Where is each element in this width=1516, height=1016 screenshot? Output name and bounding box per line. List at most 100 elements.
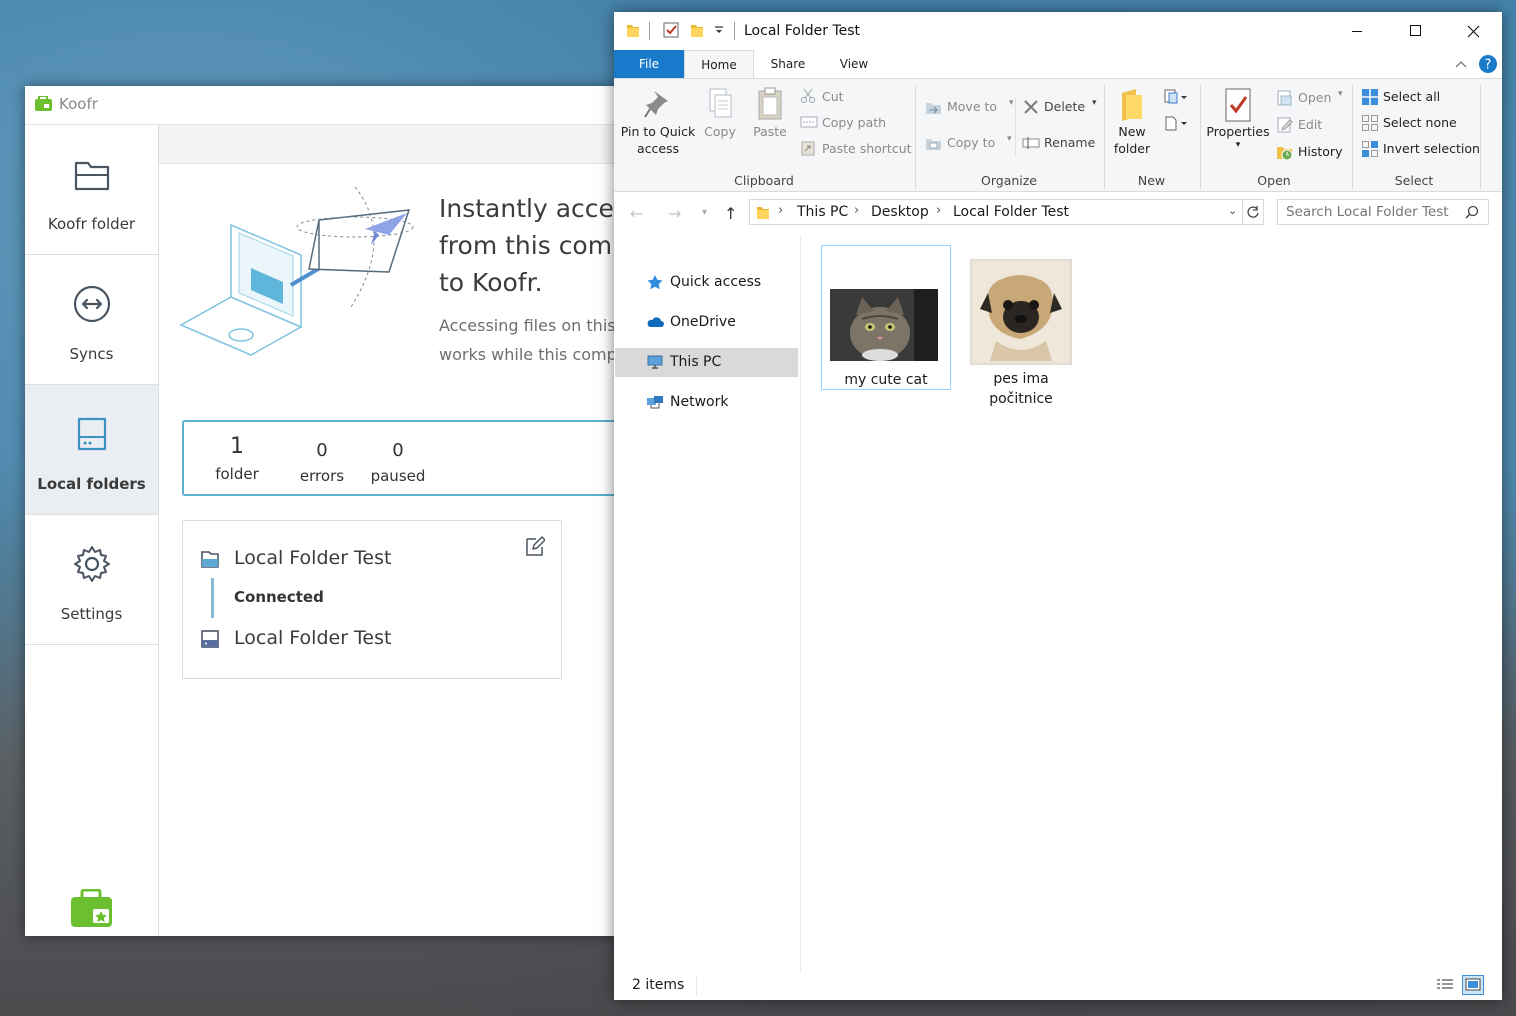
hero-title: Instantly access from this comp to Koofr… bbox=[439, 194, 625, 297]
pin-to-quick-access-button[interactable]: Pin to Quick access bbox=[618, 87, 698, 157]
open-group-label: Open bbox=[1257, 173, 1291, 188]
sidebar-item-koofr-folder[interactable]: Koofr folder bbox=[25, 125, 158, 255]
nav-item-this-pc[interactable]: This PC bbox=[615, 348, 798, 377]
maximize-icon bbox=[1410, 25, 1421, 36]
new-folder-icon bbox=[1122, 89, 1142, 121]
back-arrow-icon[interactable]: ← bbox=[630, 204, 643, 223]
refresh-button[interactable] bbox=[1242, 199, 1264, 225]
nav-item-network[interactable]: Network bbox=[615, 388, 798, 417]
select-none-icon bbox=[1362, 115, 1378, 131]
koofr-titlebar: Koofr bbox=[25, 86, 625, 125]
status-bar: 2 items bbox=[614, 972, 1502, 1000]
tab-share[interactable]: Share bbox=[762, 50, 814, 78]
nav-item-label: This PC bbox=[670, 354, 722, 370]
minimize-icon bbox=[1352, 31, 1362, 32]
window-title: Local Folder Test bbox=[744, 23, 861, 39]
ribbon-group-divider bbox=[1480, 85, 1481, 189]
folder-sync-card[interactable]: Local Folder Test Connected Local Folder… bbox=[182, 520, 562, 679]
breadcrumb-desktop[interactable]: Desktop bbox=[871, 204, 929, 220]
new-folder-icon[interactable] bbox=[690, 22, 704, 38]
maximize-button[interactable] bbox=[1386, 12, 1444, 50]
search-box[interactable] bbox=[1277, 199, 1489, 225]
properties-button[interactable]: Properties ▾ bbox=[1206, 87, 1270, 150]
sync-source-name: Local Folder Test bbox=[234, 547, 392, 569]
sync-target-name: Local Folder Test bbox=[234, 627, 392, 649]
new-folder-button[interactable]: New folder bbox=[1110, 87, 1154, 157]
pin-label: Pin to Quick access bbox=[620, 124, 696, 156]
help-icon[interactable]: ? bbox=[1478, 54, 1498, 74]
sidebar-item-settings[interactable]: Settings bbox=[25, 515, 158, 645]
computer-icon bbox=[647, 355, 663, 369]
nav-item-quick-access[interactable]: Quick access bbox=[615, 268, 798, 297]
forward-arrow-icon[interactable]: → bbox=[668, 204, 681, 223]
properties-label: Properties bbox=[1206, 124, 1270, 139]
network-icon bbox=[647, 396, 663, 409]
delete-label: Delete bbox=[1044, 99, 1086, 114]
breadcrumb-separator-icon[interactable]: › bbox=[854, 203, 859, 218]
large-icons-view-icon bbox=[1465, 978, 1481, 991]
sidebar-item-syncs[interactable]: Syncs bbox=[25, 255, 158, 385]
edit-icon[interactable] bbox=[525, 535, 545, 557]
copy-button[interactable]: Copy bbox=[700, 87, 740, 140]
ribbon-group-divider bbox=[1104, 85, 1105, 189]
details-view-icon bbox=[1437, 979, 1453, 989]
address-bar[interactable]: › This PC › Desktop › Local Folder Test … bbox=[749, 199, 1254, 225]
qat-separator bbox=[734, 22, 735, 40]
rename-icon bbox=[1022, 137, 1040, 149]
cut-label: Cut bbox=[822, 89, 844, 104]
ribbon: Pin to Quick access Copy Paste Cut Copy … bbox=[614, 78, 1502, 192]
copy-path-icon bbox=[800, 116, 818, 128]
edit-pencil-icon bbox=[1277, 117, 1293, 133]
sidebar-item-local-folders[interactable]: Local folders bbox=[25, 385, 158, 515]
stat-paused-count: 0 bbox=[392, 440, 404, 461]
properties-dropdown-chevron-icon[interactable]: ▾ bbox=[1206, 140, 1270, 150]
large-icons-view-button[interactable] bbox=[1462, 975, 1484, 995]
up-arrow-icon[interactable]: ↑ bbox=[724, 204, 737, 223]
tab-file[interactable]: File bbox=[614, 50, 684, 78]
koofr-main: Instantly access from this comp to Koofr… bbox=[159, 125, 625, 936]
nav-item-onedrive[interactable]: OneDrive bbox=[615, 308, 798, 337]
copy-path-label: Copy path bbox=[822, 115, 887, 130]
sync-arrows-icon bbox=[73, 285, 111, 323]
breadcrumb-this-pc[interactable]: This PC bbox=[797, 204, 848, 220]
tab-home[interactable]: Home bbox=[684, 50, 754, 78]
navigation-pane: Quick access OneDrive This PC Network bbox=[614, 236, 801, 972]
explorer-window: Local Folder Test File Home Share View ?… bbox=[614, 12, 1502, 1000]
move-to-label: Move to bbox=[947, 99, 998, 114]
nav-item-label: Network bbox=[670, 394, 729, 410]
koofr-logo-icon bbox=[35, 96, 52, 111]
close-button[interactable] bbox=[1444, 12, 1502, 50]
tab-view[interactable]: View bbox=[828, 50, 880, 78]
hero-subtitle: Accessing files on this c works while th… bbox=[439, 316, 625, 364]
file-item[interactable]: pes ima počitnice bbox=[956, 245, 1086, 407]
scissors-icon bbox=[801, 88, 815, 103]
explorer-titlebar: Local Folder Test bbox=[614, 12, 1502, 50]
recent-locations-chevron-icon[interactable]: ▾ bbox=[702, 207, 707, 218]
details-view-button[interactable] bbox=[1434, 975, 1456, 995]
breadcrumb-separator-icon[interactable]: › bbox=[936, 203, 941, 218]
new-group-label: New bbox=[1137, 173, 1166, 188]
sidebar-item-label: Koofr folder bbox=[47, 215, 136, 233]
search-input[interactable] bbox=[1286, 204, 1456, 220]
paste-icon bbox=[758, 87, 782, 120]
paste-shortcut-icon bbox=[801, 141, 815, 156]
open-label: Open bbox=[1298, 90, 1332, 105]
collapse-ribbon-chevron-icon[interactable] bbox=[1454, 58, 1468, 70]
paste-button[interactable]: Paste bbox=[748, 87, 792, 140]
breadcrumb-local-folder-test[interactable]: Local Folder Test bbox=[953, 204, 1069, 220]
address-history-chevron-icon[interactable]: ⌄ bbox=[1228, 204, 1237, 217]
clipboard-group-label: Clipboard bbox=[734, 173, 794, 188]
cloud-icon bbox=[647, 317, 664, 327]
file-item[interactable]: my cute cat bbox=[821, 245, 951, 390]
status-divider bbox=[696, 976, 697, 996]
history-icon bbox=[1277, 147, 1293, 161]
properties-check-icon[interactable] bbox=[663, 22, 679, 38]
minimize-button[interactable] bbox=[1328, 12, 1386, 50]
easy-access-icon bbox=[1165, 116, 1187, 131]
address-row: ← → ▾ ↑ › This PC › Desktop › Local Fold… bbox=[614, 190, 1502, 236]
cat-photo-thumbnail bbox=[830, 289, 938, 361]
refresh-icon bbox=[1247, 206, 1259, 218]
breadcrumb-separator-icon[interactable]: › bbox=[778, 203, 783, 218]
customize-toolbar-chevron-icon[interactable] bbox=[714, 26, 724, 36]
select-all-icon bbox=[1362, 89, 1378, 105]
